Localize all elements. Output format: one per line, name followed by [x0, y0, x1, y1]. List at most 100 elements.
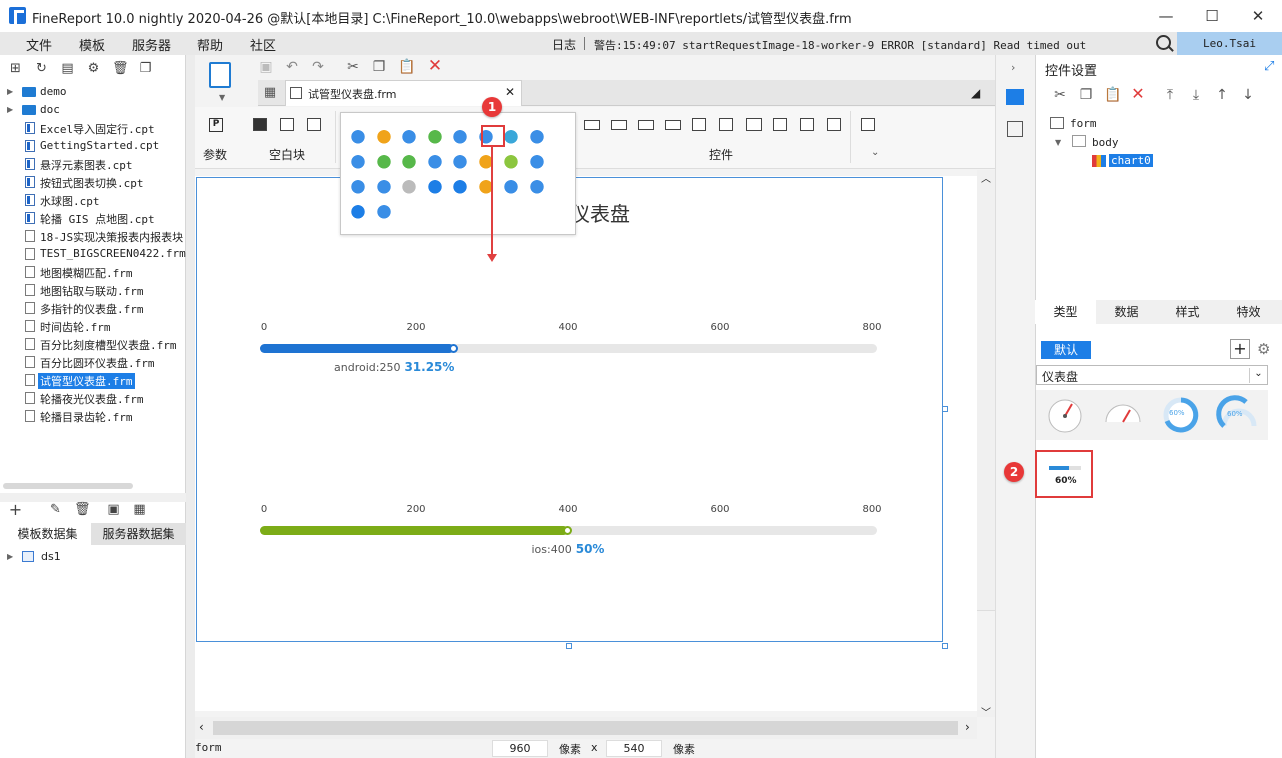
maximize-button[interactable]: ☐ — [1202, 6, 1222, 26]
combo-chart-icon[interactable] — [375, 153, 392, 169]
grid-view-icon[interactable]: ▦ — [262, 85, 278, 101]
tab-type[interactable]: 类型 — [1035, 300, 1096, 324]
rp-delete-icon[interactable]: ✕ — [1130, 86, 1146, 102]
new-template-dropdown-icon[interactable]: ▼ — [219, 93, 225, 102]
radio-group-icon[interactable] — [827, 118, 841, 131]
resize-handle-right[interactable] — [942, 406, 948, 412]
tree-item[interactable]: 时间齿轮.frm — [0, 317, 186, 335]
tree-item[interactable]: 轮播夜光仪表盘.frm — [0, 389, 186, 407]
region-map-icon[interactable] — [426, 153, 443, 169]
width-input[interactable]: 960 — [492, 740, 548, 757]
checkbox-group-icon[interactable] — [800, 118, 814, 131]
dataset-settings-icon[interactable]: ▦ — [132, 503, 147, 517]
close-button[interactable]: ✕ — [1248, 6, 1268, 26]
chart-widget[interactable]: 仪表盘 — [196, 177, 943, 642]
absolute-layout-icon[interactable] — [253, 118, 267, 131]
delete-icon[interactable]: 🗑 — [112, 62, 129, 76]
paste-icon[interactable]: 📋 — [398, 59, 415, 75]
search-widget-icon[interactable] — [861, 118, 875, 131]
new-template-icon[interactable] — [209, 62, 231, 88]
grid-layout-icon[interactable] — [307, 118, 321, 131]
menu-template[interactable]: 模板 — [79, 35, 105, 54]
point-map-icon[interactable] — [401, 153, 417, 169]
undo-icon[interactable]: ↶ — [284, 59, 300, 75]
panel-splitter[interactable] — [0, 493, 186, 502]
tree-chart-node[interactable]: chart0 — [1109, 154, 1153, 167]
save-icon[interactable]: ▣ — [258, 59, 274, 75]
tab-style[interactable]: 样式 — [1157, 300, 1218, 324]
tree-item[interactable]: 悬浮元素图表.cpt — [0, 155, 186, 173]
ribbon-expand-icon[interactable]: ⌄ — [871, 147, 879, 158]
param-icon[interactable]: P — [209, 118, 223, 132]
tab-template-dataset[interactable]: 模板数据集 — [4, 523, 91, 545]
tree-item[interactable]: TEST_BIGSCREEN0422.frm — [0, 245, 186, 263]
gauge-type-pointer[interactable] — [1036, 390, 1094, 440]
search-icon[interactable] — [1156, 35, 1171, 50]
cut-icon[interactable]: ✂ — [345, 59, 361, 75]
type-settings-icon[interactable]: ⚙ — [1257, 340, 1270, 358]
stack-chart-icon[interactable] — [375, 203, 392, 219]
scroll-right-icon[interactable]: › — [965, 720, 970, 734]
scroll-left-icon[interactable]: ‹ — [199, 720, 204, 734]
gauge-type-ring[interactable]: 60% — [1152, 390, 1210, 440]
tree-form-node[interactable]: form — [1070, 117, 1097, 130]
tab-data[interactable]: 数据 — [1096, 300, 1157, 324]
area-chart-icon[interactable] — [452, 128, 468, 144]
funnel-chart-icon[interactable] — [503, 153, 519, 169]
calendar-widget-icon[interactable] — [719, 118, 733, 131]
body-expand-icon[interactable]: ▼ — [1055, 138, 1061, 147]
tab-menu-icon[interactable]: ◢ — [971, 86, 980, 100]
pin-icon[interactable]: ⤢ — [1264, 59, 1274, 74]
copy-icon[interactable]: ❐ — [138, 62, 153, 76]
canvas-vscrollbar[interactable]: ︿ ﹀ — [977, 170, 995, 719]
bubble-label-icon[interactable] — [528, 178, 545, 194]
label-widget-icon[interactable] — [611, 120, 627, 130]
gauge-type-slot[interactable]: 60% — [1210, 390, 1268, 440]
pie-chart-icon[interactable] — [350, 128, 366, 144]
collapse-arrow-icon[interactable]: › — [1011, 61, 1015, 74]
tab-layout-icon[interactable] — [280, 118, 294, 131]
redo-icon[interactable]: ↷ — [310, 59, 326, 75]
scroll-up-icon[interactable]: ︿ — [981, 170, 991, 185]
tab-close-icon[interactable]: ✕ — [505, 85, 515, 99]
combobox-widget-icon[interactable] — [665, 120, 681, 130]
flow-map-icon[interactable] — [452, 153, 468, 169]
user-account[interactable]: Leo.Tsai — [1177, 32, 1282, 55]
select-chevron-icon[interactable]: ⌄ — [1249, 368, 1267, 383]
tree-item[interactable]: 地图模糊匹配.frm — [0, 263, 186, 281]
tree-item[interactable]: 百分比圆环仪表盘.frm — [0, 353, 186, 371]
menu-server[interactable]: 服务器 — [132, 35, 171, 54]
expand-icon[interactable]: ▶ — [7, 87, 13, 96]
date-widget-icon[interactable] — [692, 118, 706, 131]
move-down-icon[interactable]: ↓ — [1240, 87, 1256, 103]
menu-community[interactable]: 社区 — [250, 35, 276, 54]
tree-item[interactable]: 按钮式图表切换.cpt — [0, 173, 186, 191]
edit-icon[interactable]: ✎ — [48, 503, 63, 517]
rp-cut-icon[interactable]: ✂ — [1052, 87, 1068, 103]
delete-tool-icon[interactable]: ✕ — [427, 58, 443, 75]
horizontal-bar-icon[interactable] — [401, 128, 417, 144]
radar-chart-icon[interactable] — [503, 128, 519, 144]
gantt-chart-icon[interactable] — [350, 178, 366, 194]
chart-type-select[interactable]: 仪表盘 ⌄ — [1036, 365, 1268, 385]
settings-icon[interactable]: ⚙ — [86, 62, 101, 76]
left-splitter[interactable] — [186, 55, 195, 758]
tree-item[interactable]: 多指针的仪表盘.frm — [0, 299, 186, 317]
wordcloud-icon[interactable] — [503, 178, 519, 194]
new-folder-icon[interactable]: ⊞ — [8, 62, 23, 76]
hscroll-thumb[interactable] — [213, 721, 958, 735]
tree-item[interactable]: ▶ demo — [0, 83, 186, 101]
tree-item[interactable]: GettingStarted.cpt — [0, 137, 186, 155]
tree-item[interactable]: 百分比刻度槽型仪表盘.frm — [0, 335, 186, 353]
component-library-icon[interactable] — [1007, 121, 1023, 137]
resize-handle-corner[interactable] — [942, 643, 948, 649]
default-type-button[interactable]: 默认 — [1041, 341, 1091, 359]
tree-item[interactable]: 试管型仪表盘.frm — [0, 371, 186, 389]
globe-map-icon[interactable] — [426, 178, 443, 194]
move-top-icon[interactable]: ⤒ — [1162, 87, 1178, 103]
add-dataset-icon[interactable]: + — [8, 502, 23, 518]
donut-chart-icon[interactable] — [350, 203, 366, 219]
button-widget-icon[interactable] — [638, 120, 654, 130]
minimize-button[interactable]: — — [1156, 6, 1176, 26]
frame-chart-icon[interactable] — [375, 178, 392, 194]
